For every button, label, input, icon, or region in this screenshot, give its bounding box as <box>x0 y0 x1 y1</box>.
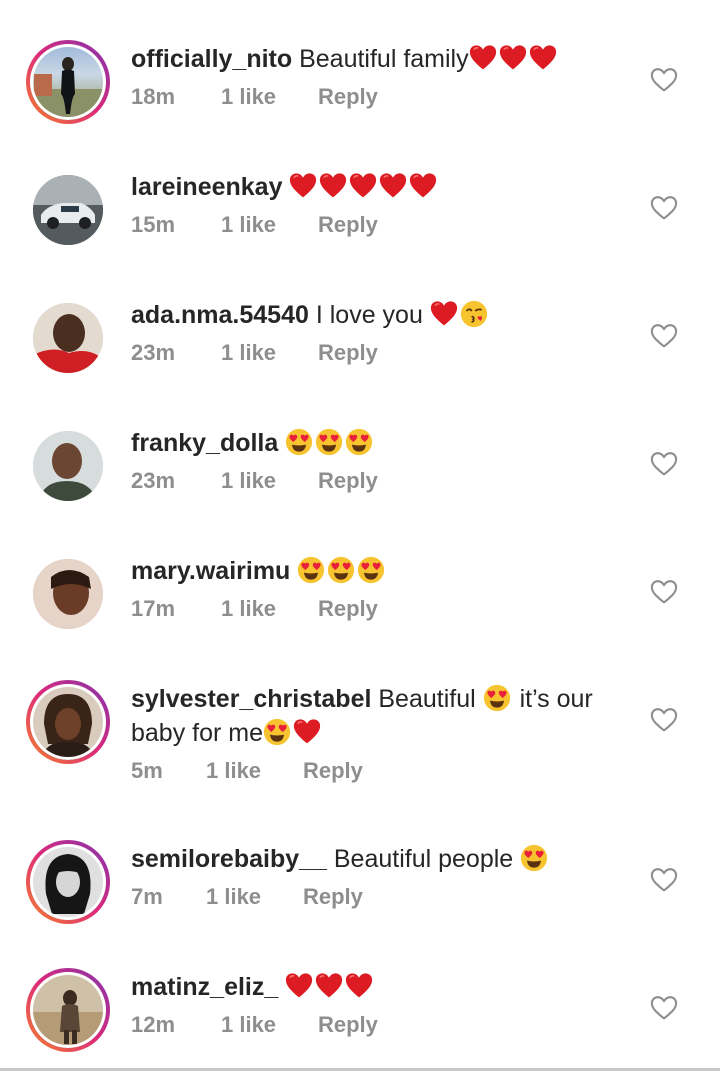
comment-text <box>278 429 285 457</box>
red-heart-icon <box>469 44 497 72</box>
like-count[interactable]: 1 like <box>221 596 318 622</box>
username[interactable]: officially_nito <box>131 45 292 73</box>
like-count[interactable]: 1 like <box>221 468 318 494</box>
heart-eyes-icon <box>483 684 511 712</box>
avatar[interactable] <box>26 296 110 380</box>
red-heart-icon <box>289 172 317 200</box>
comment-text <box>283 173 290 201</box>
heart-eyes-icon <box>520 844 548 872</box>
like-icon[interactable] <box>650 323 678 349</box>
heart-eyes-icon <box>285 428 313 456</box>
username[interactable]: semilorebaiby__ <box>131 845 327 873</box>
red-heart-icon <box>499 44 527 72</box>
comment-time: 5m <box>131 758 163 783</box>
comment-time: 15m <box>131 212 176 237</box>
red-heart-icon <box>319 172 347 200</box>
comment-text: Beautiful <box>371 685 483 713</box>
comment-text: Beautiful people <box>326 845 521 873</box>
heart-eyes-icon <box>327 556 355 584</box>
username[interactable]: franky_dolla <box>131 429 278 457</box>
like-count[interactable]: 1 like <box>221 340 318 366</box>
like-icon[interactable] <box>650 67 678 93</box>
avatar[interactable] <box>26 552 110 636</box>
comment-text: Beautiful family <box>292 45 469 73</box>
like-count[interactable]: 1 like <box>221 1012 318 1038</box>
red-heart-icon <box>285 972 313 1000</box>
heart-eyes-icon <box>263 718 291 746</box>
like-icon[interactable] <box>650 867 678 893</box>
comment-text <box>290 557 297 585</box>
comment-time: 18m <box>131 84 176 109</box>
comment-time: 7m <box>131 884 163 909</box>
avatar[interactable] <box>26 40 110 124</box>
like-icon[interactable] <box>650 195 678 221</box>
red-heart-icon <box>379 172 407 200</box>
avatar[interactable] <box>26 424 110 508</box>
reply-button[interactable]: Reply <box>318 468 378 494</box>
avatar[interactable] <box>26 968 110 1052</box>
avatar[interactable] <box>26 680 110 764</box>
red-heart-icon <box>315 972 343 1000</box>
like-count[interactable]: 1 like <box>221 212 318 238</box>
username[interactable]: matinz_eliz_ <box>131 973 278 1001</box>
reply-button[interactable]: Reply <box>303 884 363 910</box>
comment-text: I love you <box>308 301 430 329</box>
reply-button[interactable]: Reply <box>303 758 363 784</box>
red-heart-icon <box>345 972 373 1000</box>
avatar[interactable] <box>26 168 110 252</box>
username[interactable]: ada.nma.54540 <box>131 301 309 329</box>
reply-button[interactable]: Reply <box>318 596 378 622</box>
heart-eyes-icon <box>297 556 325 584</box>
like-icon[interactable] <box>650 579 678 605</box>
red-heart-icon <box>430 300 458 328</box>
red-heart-icon <box>529 44 557 72</box>
red-heart-icon <box>409 172 437 200</box>
comment-time: 23m <box>131 340 176 365</box>
like-count[interactable]: 1 like <box>221 84 318 110</box>
heart-eyes-icon <box>357 556 385 584</box>
heart-eyes-icon <box>345 428 373 456</box>
avatar[interactable] <box>26 840 110 924</box>
red-heart-icon <box>293 718 321 746</box>
username[interactable]: sylvester_christabel <box>131 685 371 713</box>
like-icon[interactable] <box>650 707 678 733</box>
comment-time: 12m <box>131 1012 176 1037</box>
username[interactable]: lareineenkay <box>131 173 283 201</box>
like-icon[interactable] <box>650 995 678 1021</box>
reply-button[interactable]: Reply <box>318 84 378 110</box>
red-heart-icon <box>349 172 377 200</box>
like-count[interactable]: 1 like <box>206 884 303 910</box>
heart-eyes-icon <box>315 428 343 456</box>
like-count[interactable]: 1 like <box>206 758 303 784</box>
reply-button[interactable]: Reply <box>318 340 378 366</box>
kissing-face-icon <box>460 300 488 328</box>
comment-time: 23m <box>131 468 176 493</box>
like-icon[interactable] <box>650 451 678 477</box>
comment-time: 17m <box>131 596 176 621</box>
comment-text <box>278 973 285 1001</box>
reply-button[interactable]: Reply <box>318 212 378 238</box>
reply-button[interactable]: Reply <box>318 1012 378 1038</box>
username[interactable]: mary.wairimu <box>131 557 290 585</box>
